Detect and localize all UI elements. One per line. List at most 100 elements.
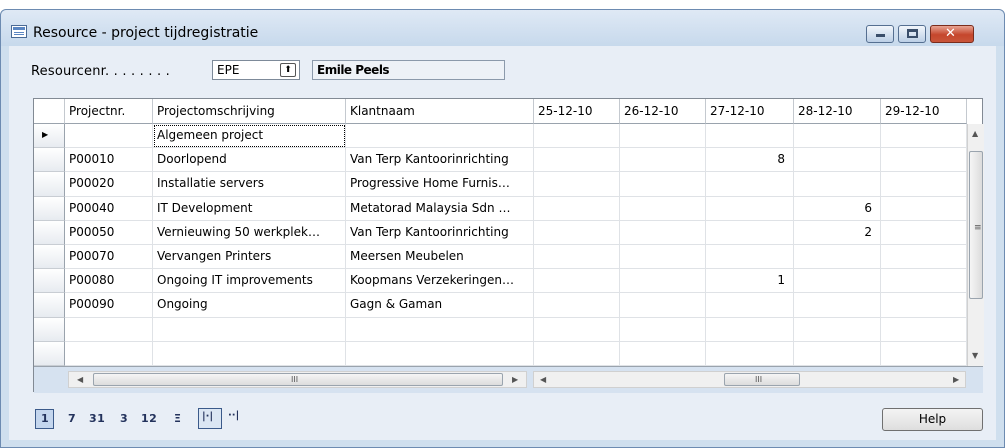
row-selector[interactable]: [34, 293, 65, 318]
scroll-left-icon[interactable]: ◀: [77, 375, 83, 384]
table-cell[interactable]: P00080: [65, 269, 153, 294]
table-cell[interactable]: [706, 317, 794, 342]
table-cell[interactable]: Koopmans Verzekeringen…: [346, 269, 534, 294]
table-cell[interactable]: [881, 220, 967, 245]
title-bar[interactable]: Resource - project tijdregistratie ✕: [1, 10, 1004, 46]
scroll-down-icon[interactable]: ▼: [972, 351, 978, 360]
table-cell[interactable]: [620, 172, 706, 197]
table-cell[interactable]: Installatie servers: [153, 172, 346, 197]
vertical-scroll-thumb[interactable]: ≡: [969, 151, 983, 299]
next-period-button[interactable]: ··|: [226, 410, 250, 429]
column-header[interactable]: Klantnaam: [346, 99, 534, 124]
table-cell[interactable]: Ongoing: [153, 293, 346, 318]
column-header[interactable]: 29-12-10: [881, 99, 967, 124]
maximize-button[interactable]: [898, 25, 926, 43]
table-cell[interactable]: [881, 124, 967, 149]
table-cell[interactable]: [881, 269, 967, 294]
column-header[interactable]: 27-12-10: [706, 99, 794, 124]
scroll-right-icon[interactable]: ▶: [512, 375, 518, 384]
period-1[interactable]: 1: [41, 412, 49, 425]
table-cell[interactable]: 2: [794, 220, 881, 245]
column-header[interactable]: Projectnr.: [65, 99, 153, 124]
table-cell[interactable]: Vervangen Printers: [153, 245, 346, 270]
period-7[interactable]: 7: [68, 412, 76, 425]
period-12[interactable]: 12: [141, 412, 157, 425]
table-cell[interactable]: [153, 341, 346, 366]
table-cell[interactable]: [620, 293, 706, 318]
table-cell[interactable]: [706, 196, 794, 221]
table-cell[interactable]: [881, 196, 967, 221]
column-header[interactable]: 25-12-10: [534, 99, 620, 124]
column-header[interactable]: 28-12-10: [794, 99, 881, 124]
lookup-button[interactable]: ⬆: [280, 63, 296, 77]
table-cell[interactable]: Van Terp Kantoorinrichting: [346, 148, 534, 173]
table-cell[interactable]: [534, 341, 620, 366]
table-cell[interactable]: [881, 172, 967, 197]
table-cell[interactable]: [346, 317, 534, 342]
table-cell[interactable]: IT Development: [153, 196, 346, 221]
table-cell[interactable]: [534, 293, 620, 318]
table-cell[interactable]: [620, 341, 706, 366]
table-cell[interactable]: [706, 220, 794, 245]
table-cell[interactable]: Gagn & Gaman: [346, 293, 534, 318]
table-cell[interactable]: [65, 124, 153, 149]
table-cell[interactable]: Meersen Meubelen: [346, 245, 534, 270]
scroll-right-icon-2[interactable]: ▶: [953, 375, 959, 384]
table-cell[interactable]: [65, 341, 153, 366]
right-horizontal-scroll-thumb[interactable]: III: [724, 373, 800, 386]
table-cell[interactable]: [794, 317, 881, 342]
table-cell[interactable]: [534, 196, 620, 221]
table-cell[interactable]: [65, 317, 153, 342]
table-cell[interactable]: [794, 172, 881, 197]
table-cell[interactable]: 1: [706, 269, 794, 294]
table-cell[interactable]: [534, 317, 620, 342]
table-cell[interactable]: [881, 293, 967, 318]
table-cell[interactable]: Doorlopend: [153, 148, 346, 173]
table-cell[interactable]: [620, 269, 706, 294]
close-button[interactable]: ✕: [930, 25, 974, 43]
table-cell[interactable]: [794, 341, 881, 366]
row-selector[interactable]: ▶: [34, 124, 65, 149]
table-cell[interactable]: [706, 341, 794, 366]
table-cell[interactable]: Progressive Home Furnis…: [346, 172, 534, 197]
table-cell[interactable]: [620, 124, 706, 149]
table-cell[interactable]: [534, 124, 620, 149]
period-3[interactable]: 3: [120, 412, 128, 425]
table-cell[interactable]: P00050: [65, 220, 153, 245]
table-cell[interactable]: Algemeen project: [153, 124, 346, 149]
scroll-up-icon[interactable]: ▲: [972, 129, 978, 138]
period-year[interactable]: Ξ: [174, 412, 181, 425]
table-cell[interactable]: [706, 124, 794, 149]
table-cell[interactable]: [346, 124, 534, 149]
table-cell[interactable]: [881, 317, 967, 342]
table-cell[interactable]: Metatorad Malaysia Sdn …: [346, 196, 534, 221]
table-cell[interactable]: [794, 245, 881, 270]
table-cell[interactable]: [620, 196, 706, 221]
row-selector[interactable]: [34, 245, 65, 270]
row-selector[interactable]: [34, 196, 65, 221]
table-cell[interactable]: P00070: [65, 245, 153, 270]
table-cell[interactable]: [881, 245, 967, 270]
table-cell[interactable]: [706, 172, 794, 197]
help-button[interactable]: Help: [882, 408, 983, 431]
table-cell[interactable]: [534, 269, 620, 294]
table-cell[interactable]: 6: [794, 196, 881, 221]
right-horizontal-scrollbar[interactable]: ◀ III ▶: [533, 371, 966, 388]
table-cell[interactable]: [794, 124, 881, 149]
table-cell[interactable]: [346, 341, 534, 366]
table-cell[interactable]: [620, 220, 706, 245]
table-cell[interactable]: [706, 245, 794, 270]
column-header[interactable]: 26-12-10: [620, 99, 706, 124]
table-cell[interactable]: [620, 317, 706, 342]
table-cell[interactable]: [881, 341, 967, 366]
table-cell[interactable]: [881, 148, 967, 173]
row-selector[interactable]: [34, 220, 65, 245]
table-cell[interactable]: P00040: [65, 196, 153, 221]
table-cell[interactable]: Ongoing IT improvements: [153, 269, 346, 294]
table-cell[interactable]: [534, 220, 620, 245]
table-cell[interactable]: [534, 172, 620, 197]
table-cell[interactable]: [794, 269, 881, 294]
row-selector[interactable]: [34, 148, 65, 173]
left-horizontal-scrollbar[interactable]: ◀ III ▶: [68, 371, 527, 388]
resource-number-field[interactable]: EPE ⬆: [212, 60, 300, 80]
